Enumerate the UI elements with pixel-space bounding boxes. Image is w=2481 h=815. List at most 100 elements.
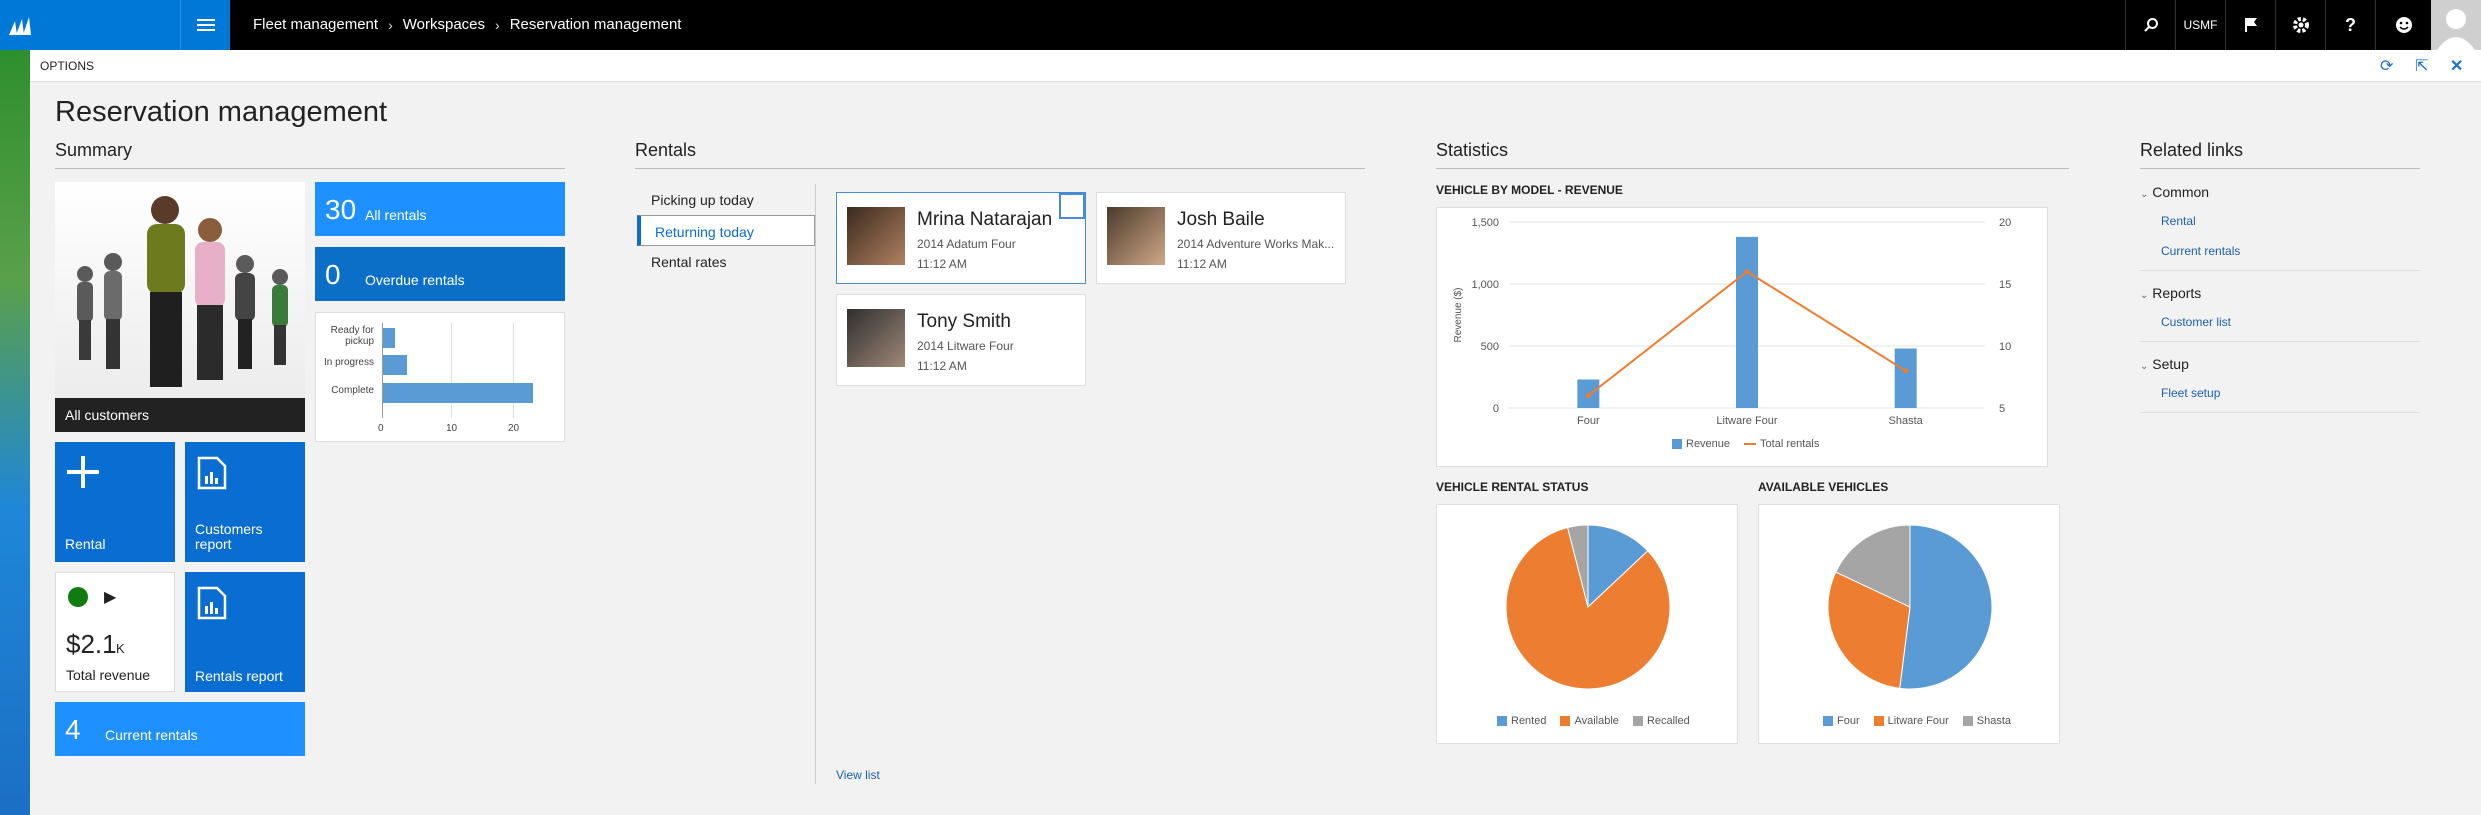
rental-time: 11:12 AM — [917, 359, 967, 373]
customers-report-label-line2: report — [195, 536, 232, 552]
chevron-down-icon: ⌄ — [2140, 189, 2149, 200]
revenue-bar — [1736, 236, 1758, 408]
axis-tick-20: 20 — [508, 423, 520, 434]
tab-returning-today[interactable]: Returning today — [637, 215, 815, 246]
customers-report-tile[interactable]: Customers report — [185, 442, 305, 562]
revenue-bar — [1894, 348, 1917, 408]
available-vehicles-legend: Four Litware Four Shasta — [1823, 715, 2011, 727]
breadcrumb-item-reservation-management[interactable]: Reservation management — [510, 16, 682, 33]
vehicle-name: 2014 Adatum Four — [917, 237, 1016, 251]
help-button[interactable]: ? — [2325, 0, 2375, 50]
search-icon — [2143, 18, 2158, 32]
revenue-chart-title: VEHICLE BY MODEL - REVENUE — [1436, 183, 1623, 197]
related-group-reports[interactable]: ⌄ Reports — [2140, 285, 2201, 301]
overdue-rentals-tile[interactable]: 0 Overdue rentals — [315, 247, 565, 301]
options-tab[interactable]: OPTIONS — [40, 59, 94, 73]
revenue-chart-panel[interactable]: 0 500 1,000 1,500 5 10 15 20 Revenue ($) Four Litw… — [1436, 207, 2048, 467]
summary-bar-ready-for-pickup — [383, 328, 395, 348]
axis-tick-0: 0 — [378, 423, 384, 434]
y-tick-label: 500 — [1481, 341, 1499, 353]
chevron-right-icon: › — [495, 16, 500, 33]
statistics-section-header: Statistics — [1436, 140, 1509, 160]
smiley-feedback-button[interactable] — [2375, 0, 2431, 50]
divider — [2140, 341, 2420, 342]
gear-icon — [2292, 17, 2309, 33]
total-revenue-value: $2.1 — [66, 629, 117, 659]
search-button[interactable] — [2125, 0, 2175, 50]
feedback-flag-button[interactable] — [2225, 0, 2275, 50]
tab-picking-up-today[interactable]: Picking up today — [637, 184, 815, 215]
y2-tick-label: 10 — [1999, 341, 2011, 353]
action-pane: OPTIONS ⟳ ⇱ ✕ — [30, 50, 2481, 82]
navigation-menu-button[interactable] — [180, 0, 230, 50]
dynamics-logo[interactable] — [0, 0, 180, 50]
report-icon — [197, 456, 227, 490]
related-group-setup[interactable]: ⌄ Setup — [2140, 356, 2189, 372]
y2-tick-label: 5 — [1999, 403, 2005, 415]
customer-name: Josh Baile — [1177, 209, 1265, 230]
vehicle-name: 2014 Litware Four — [917, 339, 1014, 353]
settings-button[interactable] — [2275, 0, 2325, 50]
related-links-section-header: Related links — [2140, 140, 2244, 160]
rental-status-legend: Rented Available Recalled — [1497, 715, 1690, 727]
legend-item: Revenue — [1672, 438, 1730, 450]
y-tick-label: 1,000 — [1471, 279, 1499, 291]
y2-tick-label: 20 — [1999, 217, 2011, 229]
link-rental[interactable]: Rental — [2161, 214, 2196, 228]
vehicle-name: 2014 Adventure Works Mak... — [1177, 237, 1335, 251]
tab-rental-rates[interactable]: Rental rates — [637, 246, 815, 277]
available-vehicles-chart-panel[interactable]: Four Litware Four Shasta — [1758, 504, 2060, 744]
breadcrumb-item-fleet-management[interactable]: Fleet management — [253, 16, 378, 33]
rental-card[interactable]: Tony Smith 2014 Litware Four 11:12 AM — [836, 294, 1086, 386]
all-rentals-tile[interactable]: 30 All rentals — [315, 182, 565, 236]
all-customers-tile[interactable]: All customers — [55, 182, 305, 432]
current-rentals-tile[interactable]: 4 Current rentals — [55, 702, 305, 756]
y2-tick-label: 15 — [1999, 279, 2011, 291]
revenue-chart: 0 500 1,000 1,500 5 10 15 20 Revenue ($) Four Litw… — [1453, 217, 2011, 427]
total-revenue-tile[interactable]: ▶ $2.1 K Total revenue — [55, 572, 175, 692]
legend-item: Total rentals — [1744, 438, 1819, 450]
summary-section-header: Summary — [55, 140, 133, 160]
user-avatar[interactable] — [2431, 0, 2481, 50]
breadcrumb-item-workspaces[interactable]: Workspaces — [403, 16, 485, 33]
open-in-new-window-icon[interactable]: ⇱ — [2415, 56, 2428, 76]
customer-photo — [1107, 207, 1165, 265]
close-icon[interactable]: ✕ — [2450, 56, 2463, 76]
current-rentals-count: 4 — [65, 714, 81, 745]
divider — [635, 168, 1365, 169]
link-fleet-setup[interactable]: Fleet setup — [2161, 386, 2220, 400]
customer-photo — [847, 309, 905, 367]
total-revenue-unit: K — [116, 641, 125, 656]
divider — [815, 184, 816, 784]
rental-status-chart-title: VEHICLE RENTAL STATUS — [1436, 480, 1589, 494]
rental-card[interactable]: Mrina Natarajan 2014 Adatum Four 11:12 A… — [836, 192, 1086, 284]
all-rentals-label: All rentals — [365, 207, 427, 223]
workspace-color-strip — [0, 50, 30, 815]
help-icon: ? — [2345, 14, 2356, 35]
refresh-icon[interactable]: ⟳ — [2380, 56, 2393, 76]
rental-time: 11:12 AM — [917, 257, 967, 271]
rental-time: 11:12 AM — [1177, 257, 1227, 271]
link-customer-list[interactable]: Customer list — [2161, 315, 2231, 329]
legend-item: Litware Four — [1873, 715, 1949, 727]
plus-icon — [67, 456, 99, 488]
summary-bar-in-progress — [383, 355, 407, 375]
legend-item: Available — [1560, 715, 1619, 727]
smiley-icon — [2395, 17, 2412, 33]
rentals-tab-list: Picking up today Returning today Rental … — [637, 184, 815, 277]
rental-card[interactable]: Josh Baile 2014 Adventure Works Mak... 1… — [1096, 192, 1346, 284]
select-checkbox[interactable] — [1059, 193, 1085, 219]
new-rental-tile[interactable]: Rental — [55, 442, 175, 562]
view-list-link[interactable]: View list — [836, 768, 880, 782]
rental-status-chart-tile[interactable]: Ready for pickup In progress Complete 0 1… — [315, 312, 565, 442]
chart-category-complete: Complete — [331, 385, 374, 396]
rentals-report-tile[interactable]: Rentals report — [185, 572, 305, 692]
axis-tick-10: 10 — [446, 423, 458, 434]
company-picker[interactable]: USMF — [2175, 0, 2225, 50]
chart-category-ready-for-pickup: Ready for pickup — [330, 325, 374, 347]
link-current-rentals[interactable]: Current rentals — [2161, 244, 2240, 258]
related-group-common[interactable]: ⌄ Common — [2140, 184, 2209, 200]
rental-status-chart-panel[interactable]: Rented Available Recalled — [1436, 504, 1738, 744]
available-vehicles-pie — [1827, 524, 1993, 690]
person-icon — [2437, 9, 2475, 50]
